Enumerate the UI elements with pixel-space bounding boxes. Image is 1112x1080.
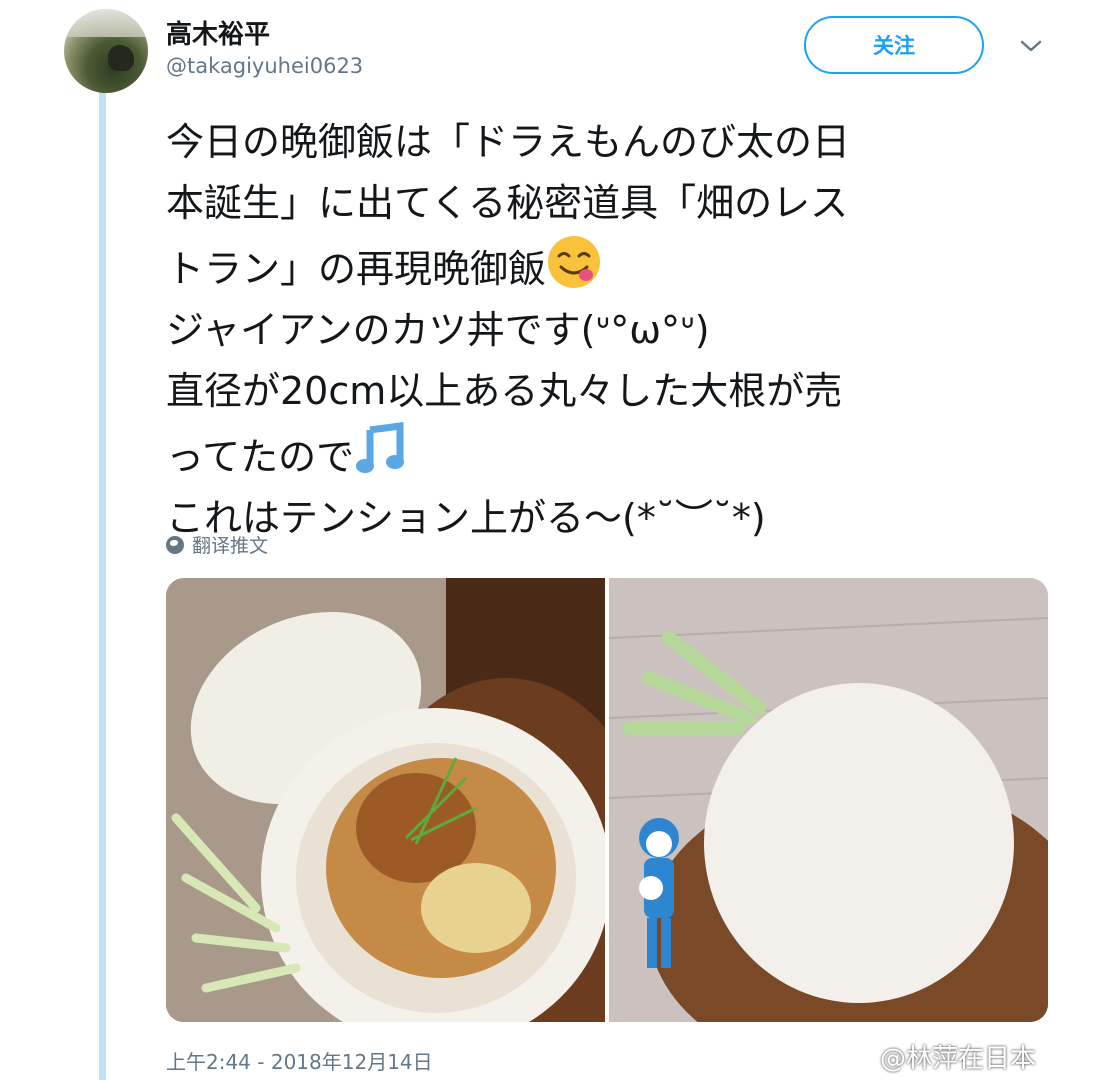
- avatar-sky: [64, 9, 148, 37]
- translate-tweet-link[interactable]: 翻译推文: [166, 531, 268, 558]
- tweet-text: 今日の晩御飯は「ドラえもんのび太の日 本誕生」に出てくる秘密道具「畑のレス トラ…: [166, 112, 1066, 549]
- musical-notes-icon: [356, 422, 405, 473]
- tweet-line: トラン」の再現晩御飯: [166, 247, 547, 291]
- media-grid: [166, 578, 1048, 1022]
- face-savoring-food-emoji-icon: [548, 236, 601, 288]
- tweet-line: 本誕生」に出てくる秘密道具「畑のレス: [166, 181, 849, 225]
- tweet-line: ジャイアンのカツ丼です(ᐡ°ω°ᐡ): [166, 308, 710, 352]
- display-name[interactable]: 高木裕平: [166, 14, 270, 51]
- whole-daikon-illustration: [609, 578, 1048, 1022]
- tweet-timestamp[interactable]: 上午2:44 - 2018年12月14日: [166, 1046, 433, 1075]
- tweet-line: ってたので: [166, 435, 355, 479]
- daikon-katsudon-photo[interactable]: [166, 578, 605, 1022]
- translate-label: 翻译推文: [192, 535, 269, 557]
- daikon-katsudon-illustration: [166, 578, 605, 1022]
- watermark: @林萍在日本: [880, 1044, 1037, 1074]
- tweet-line: 直径が20cm以上ある丸々した大根が売: [166, 369, 843, 413]
- tweet-line: 今日の晩御飯は「ドラえもんのび太の日: [166, 120, 851, 164]
- chevron-down-icon[interactable]: [1018, 36, 1044, 56]
- user-handle[interactable]: @takagiyuhei0623: [166, 54, 363, 78]
- whole-daikon-doraemon-photo[interactable]: [609, 578, 1048, 1022]
- avatar-horse-silhouette: [108, 45, 134, 71]
- avatar[interactable]: [64, 9, 148, 93]
- globe-icon: [166, 535, 184, 554]
- follow-button[interactable]: 关注: [804, 16, 984, 74]
- thread-line: [99, 92, 106, 1080]
